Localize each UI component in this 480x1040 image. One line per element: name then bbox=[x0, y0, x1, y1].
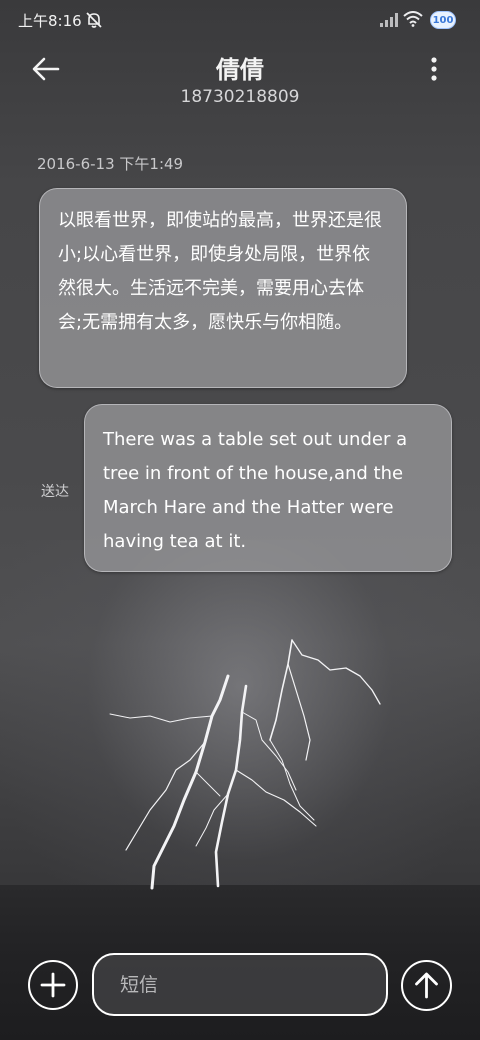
received-message-text: 以眼看世界，即使站的最高，世界还是很小;以心看世界，即使身处局限，世界依然很大。… bbox=[58, 210, 382, 333]
add-attachment-button[interactable] bbox=[28, 960, 78, 1010]
status-bar: 上午8:16 100 bbox=[0, 0, 480, 40]
arrow-left-icon bbox=[32, 57, 60, 81]
plus-icon bbox=[40, 972, 66, 998]
more-vertical-icon bbox=[431, 57, 437, 81]
sent-message-text: There was a table set out under a tree i… bbox=[103, 429, 408, 552]
back-button[interactable] bbox=[28, 52, 64, 86]
battery-icon: 100 bbox=[430, 11, 456, 29]
contact-number: 18730218809 bbox=[180, 87, 300, 107]
arrow-up-icon bbox=[415, 972, 438, 999]
message-input[interactable] bbox=[92, 953, 388, 1016]
sent-message-bubble[interactable]: There was a table set out under a tree i… bbox=[84, 404, 452, 572]
received-message-bubble[interactable]: 以眼看世界，即使站的最高，世界还是很小;以心看世界，即使身处局限，世界依然很大。… bbox=[39, 188, 407, 388]
message-timestamp: 2016-6-13 下午1:49 bbox=[37, 155, 184, 173]
cellular-signal-icon bbox=[380, 13, 398, 27]
bell-off-icon bbox=[86, 12, 102, 28]
delivery-status: 送达 bbox=[41, 484, 69, 500]
send-button[interactable] bbox=[401, 960, 452, 1011]
contact-name: 倩倩 bbox=[216, 56, 264, 84]
wifi-icon bbox=[403, 11, 423, 27]
status-time: 上午8:16 bbox=[18, 12, 82, 30]
more-options-button[interactable] bbox=[420, 54, 448, 86]
